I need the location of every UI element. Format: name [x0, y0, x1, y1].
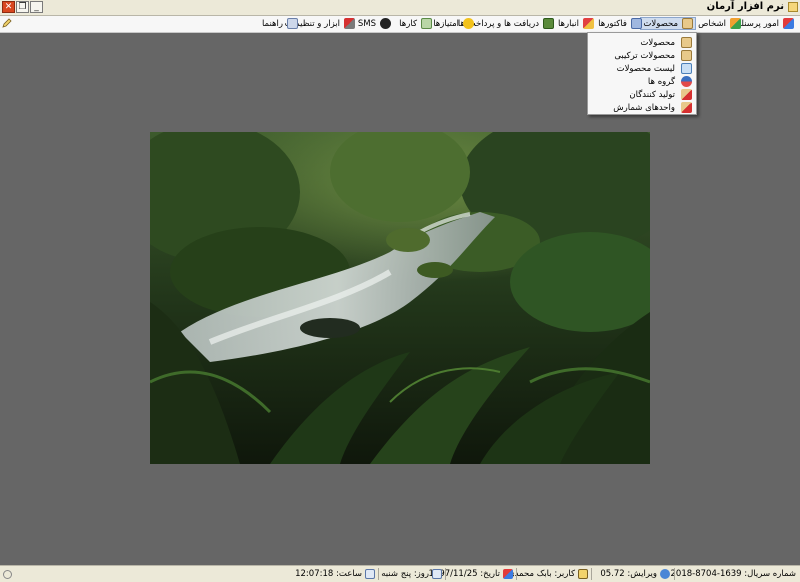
dropdown-label: لیست محصولات	[616, 63, 675, 74]
pencil-icon	[578, 569, 588, 579]
sms-icon	[380, 18, 391, 29]
tasks-icon	[421, 18, 432, 29]
restore-button[interactable]: ❐	[16, 1, 29, 13]
invoices-icon	[631, 18, 642, 29]
status-version: ویرایش: 05.72	[600, 568, 670, 580]
forest-stream-image	[150, 132, 650, 464]
status-day: روز: پنج شنبه	[381, 568, 442, 580]
menu-label: راهنما	[261, 18, 283, 29]
products-dropdown-menu: محصولات محصولات ترکیبی لیست محصولات گروه…	[587, 32, 697, 115]
app-icon	[788, 2, 798, 12]
product-list-icon	[681, 63, 692, 74]
persons-icon	[730, 18, 741, 29]
products-icon	[682, 18, 693, 29]
dropdown-item-units[interactable]: واحدهای شمارش	[613, 101, 692, 114]
dropdown-item-products[interactable]: محصولات	[640, 36, 692, 49]
menu-points[interactable]: امتیازها	[431, 17, 476, 30]
dropdown-label: محصولات ترکیبی	[614, 50, 675, 61]
minimize-button[interactable]: _	[30, 1, 43, 13]
menu-label: اشخاص	[698, 18, 726, 29]
groups-icon	[681, 76, 692, 87]
user-text: کاربر: بابک محمدی	[507, 569, 575, 579]
version-text: ویرایش: 05.72	[600, 569, 657, 579]
user-icon	[503, 569, 513, 579]
status-divider	[591, 568, 592, 580]
status-divider	[378, 568, 379, 580]
status-user: کاربر: بابک محمدی	[508, 568, 588, 580]
menu-help[interactable]: راهنما	[260, 17, 300, 30]
globe-icon	[660, 569, 670, 579]
personnel-icon	[783, 18, 794, 29]
menu-warehouses[interactable]: انبارها	[556, 17, 596, 30]
menu-products[interactable]: محصولات	[640, 17, 696, 30]
units-icon	[681, 102, 692, 113]
payments-icon	[543, 18, 554, 29]
menu-label: کارها	[399, 18, 417, 29]
calendar-icon	[432, 569, 442, 579]
close-button[interactable]: ✕	[2, 1, 15, 13]
warehouse-icon	[583, 18, 594, 29]
menu-label: انبارها	[557, 18, 579, 29]
menu-label: محصولات	[643, 18, 678, 29]
menu-invoices[interactable]: فاکتورها	[596, 17, 644, 30]
menu-label: امتیازها	[433, 18, 459, 29]
menu-label: فاکتورها	[598, 18, 627, 29]
dropdown-label: تولید کنندگان	[629, 89, 675, 100]
tools-icon	[344, 18, 355, 29]
edit-pencil-icon[interactable]	[2, 18, 12, 28]
menu-sms[interactable]: SMS	[356, 17, 393, 30]
dropdown-label: گروه ها	[647, 76, 675, 87]
dropdown-item-combined-products[interactable]: محصولات ترکیبی	[614, 49, 692, 62]
day-text: روز: پنج شنبه	[381, 569, 429, 579]
clock-icon	[3, 570, 12, 579]
time-text: ساعت: 12:07:18	[295, 569, 362, 579]
calendar-icon	[365, 569, 375, 579]
status-divider	[674, 568, 675, 580]
product-box-icon	[681, 37, 692, 48]
forest-stream-photo	[150, 132, 650, 464]
window-title: نرم افزار آرمان	[706, 1, 784, 12]
status-divider	[516, 568, 517, 580]
manufacturers-icon	[681, 89, 692, 100]
help-icon	[287, 18, 298, 29]
menu-tasks[interactable]: کارها	[397, 17, 434, 30]
menu-bar: امور پرسنلی اشخاص محصولات فاکتورها انبار…	[0, 16, 800, 33]
combined-products-icon	[681, 50, 692, 61]
menu-persons[interactable]: اشخاص	[696, 17, 743, 30]
star-icon	[463, 18, 474, 29]
menu-label: SMS	[357, 18, 376, 29]
title-bar: ✕ ❐ _ نرم افزار آرمان	[0, 0, 800, 16]
status-bar: شماره سریال: 1639-8704-2018 ویرایش: 05.7…	[0, 565, 800, 582]
dropdown-label: محصولات	[640, 37, 675, 48]
status-divider	[445, 568, 446, 580]
status-time: ساعت: 12:07:18	[295, 568, 375, 580]
status-serial: شماره سریال: 1639-8704-2018	[671, 568, 796, 580]
dropdown-item-product-list[interactable]: لیست محصولات	[617, 62, 692, 75]
serial-number-text: شماره سریال: 1639-8704-2018	[670, 569, 796, 579]
dropdown-item-groups[interactable]: گروه ها	[648, 75, 692, 88]
dropdown-label: واحدهای شمارش	[613, 102, 675, 113]
dropdown-item-manufacturers[interactable]: تولید کنندگان	[629, 88, 692, 101]
